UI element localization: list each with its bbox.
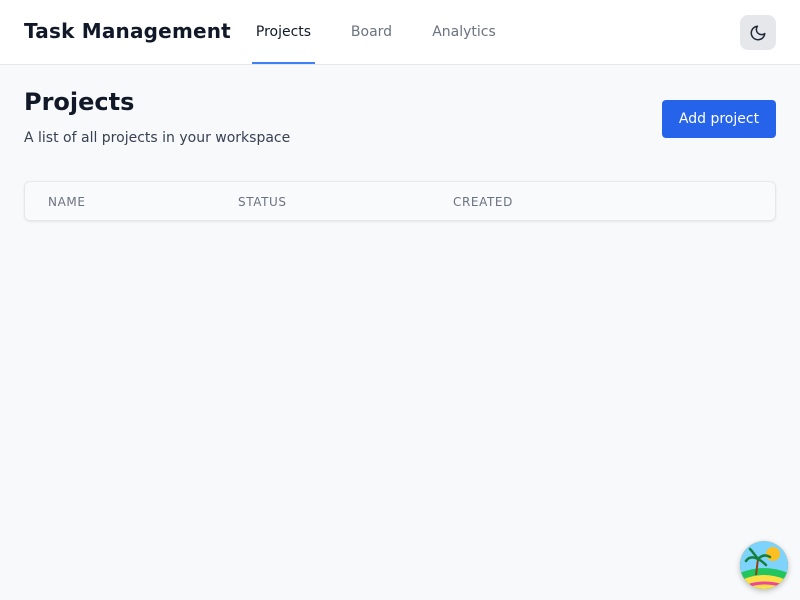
moon-icon [750, 25, 766, 40]
floating-avatar-button[interactable] [740, 541, 788, 589]
add-project-button[interactable]: Add project [662, 100, 776, 138]
projects-table: NAME STATUS CREATED [24, 181, 776, 221]
column-header-created[interactable]: CREATED [453, 195, 513, 209]
page-subtitle: A list of all projects in your workspace [24, 130, 291, 146]
island-avatar-icon [740, 541, 788, 589]
top-navbar: Task Management Projects Board Analytics [0, 0, 800, 65]
column-header-status[interactable]: STATUS [238, 195, 287, 209]
app-title: Task Management [24, 19, 231, 43]
tab-analytics[interactable]: Analytics [426, 0, 502, 64]
tab-board[interactable]: Board [345, 0, 398, 64]
page-title: Projects [24, 88, 135, 116]
tab-projects[interactable]: Projects [252, 0, 315, 64]
column-header-name[interactable]: NAME [48, 195, 86, 209]
theme-toggle-button[interactable] [740, 15, 776, 50]
